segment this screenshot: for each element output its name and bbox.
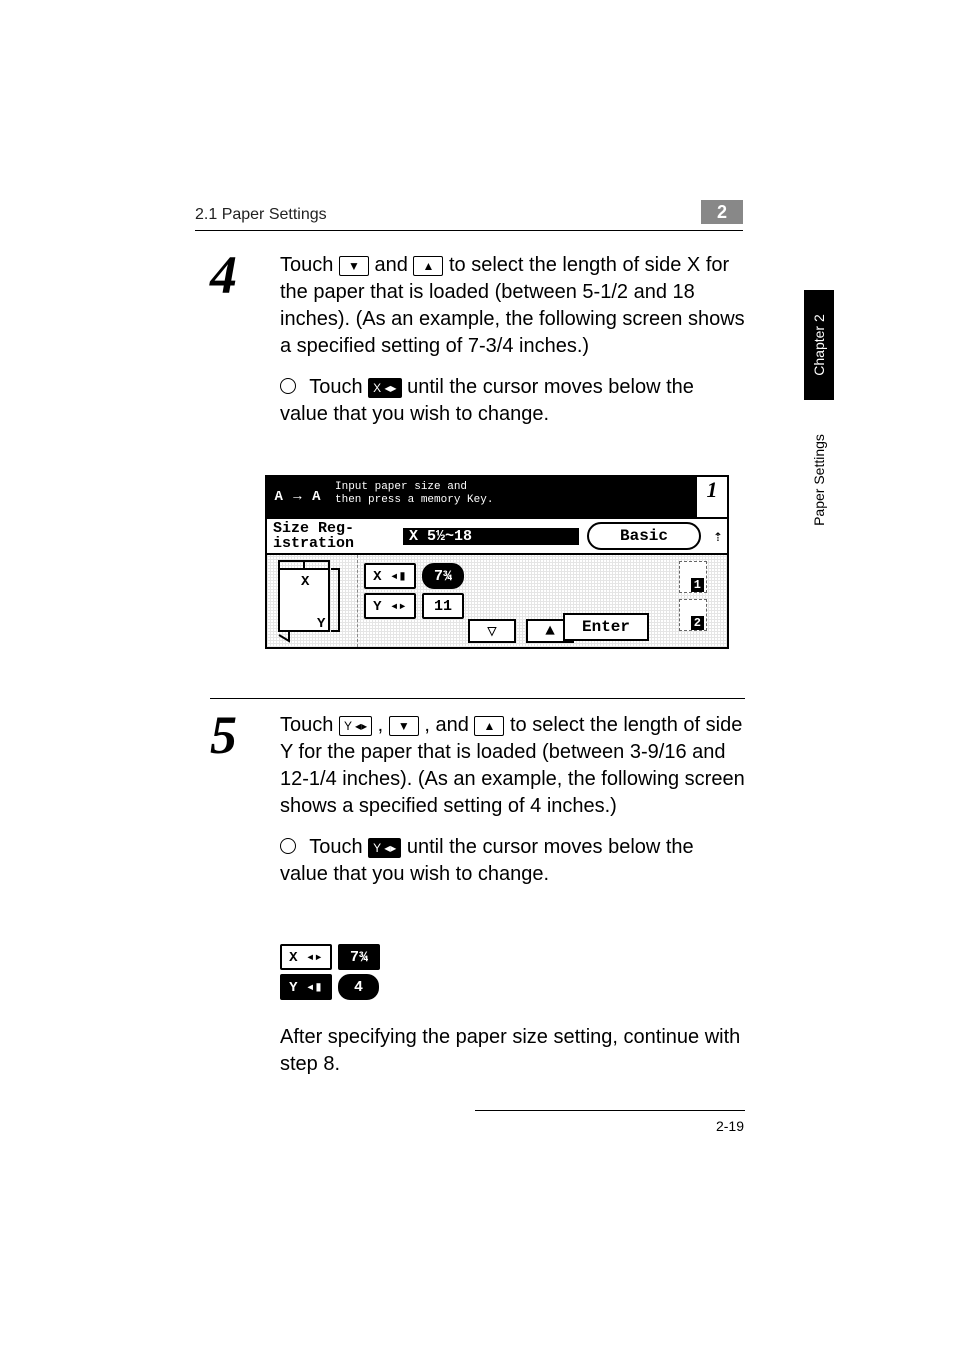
paper-diagram: X Y — [267, 555, 358, 647]
side-tab-chapter: Chapter 2 — [804, 290, 834, 400]
step-number-4: 4 — [210, 244, 237, 306]
step4-text-a: Touch — [280, 254, 339, 276]
down-arrow-icon[interactable]: ▼ — [339, 256, 369, 276]
y-field-label[interactable]: Y ◂▸ — [364, 593, 416, 619]
mini-y-label[interactable]: Y ◂▮ — [280, 974, 332, 1000]
step5-body: Touch Y ◂▸ , ▼ , and ▲ to select the len… — [280, 712, 745, 820]
slot-1-number: 1 — [691, 578, 704, 592]
mode-ablock: A → A — [267, 477, 329, 517]
side-tab-section: Paper Settings — [804, 420, 834, 540]
size-reg-1: Size Reg- — [273, 521, 403, 536]
svg-text:Y: Y — [317, 616, 326, 632]
basic-button[interactable]: Basic — [587, 522, 701, 550]
panel-message-1: Input paper size and — [335, 481, 689, 494]
panel-message-2: then press a memory Key. — [335, 494, 689, 507]
x-cursor-icon[interactable]: X ◂▸ — [368, 378, 401, 398]
memory-slot-2[interactable]: 2 — [679, 599, 707, 631]
y-field-value: 11 — [422, 593, 464, 619]
x-range: X 5½~18 — [403, 528, 579, 545]
panel-message: Input paper size and then press a memory… — [329, 477, 695, 517]
step4-sub: Touch X ◂▸ until the cursor moves below … — [280, 374, 745, 428]
x-field-label[interactable]: X ◂▮ — [364, 563, 416, 589]
up-arrow-icon[interactable]: ▲ — [413, 256, 443, 276]
x-field-value: 7¾ — [422, 563, 464, 589]
memory-slot-1[interactable]: 1 — [679, 561, 707, 593]
after-text: After specifying the paper size setting,… — [280, 1024, 745, 1078]
copier-screen: A → A Input paper size and then press a … — [265, 475, 729, 649]
up-arrow-icon-2[interactable]: ▲ — [474, 716, 504, 736]
step-number-5: 5 — [210, 704, 237, 766]
step5-text-c: , and — [424, 714, 474, 736]
scroll-up-icon[interactable]: ⇡ — [709, 526, 727, 546]
side-tab-section-label: Paper Settings — [811, 434, 827, 526]
step-divider — [210, 698, 745, 699]
step5-text-b: , — [378, 714, 389, 736]
mini-y-value: 4 — [338, 974, 379, 1000]
page-number: 2-19 — [716, 1118, 744, 1134]
footer-rule — [475, 1110, 745, 1111]
section-header: 2.1 Paper Settings — [195, 206, 327, 224]
bullet-icon-2 — [280, 838, 296, 854]
chapter-badge: 2 — [701, 200, 743, 224]
header-rule — [195, 230, 743, 231]
step4-sub-a: Touch — [309, 376, 368, 398]
step5-text-a: Touch — [280, 714, 339, 736]
side-tab-chapter-label: Chapter 2 — [811, 314, 827, 375]
mini-xy-display: X ◂▸ 7¾ Y ◂▮ 4 — [280, 940, 430, 1004]
enter-button[interactable]: Enter — [563, 613, 649, 641]
svg-text:X: X — [301, 574, 310, 590]
panel-down-button[interactable]: ▽ — [468, 619, 516, 643]
down-arrow-icon-2[interactable]: ▼ — [389, 716, 419, 736]
y-cursor-icon[interactable]: Y ◂▸ — [339, 716, 372, 736]
size-registration-label: Size Reg- istration — [267, 521, 403, 551]
step5-sub-a: Touch — [309, 836, 368, 858]
panel-page: 1 — [695, 477, 727, 517]
step5-sub: Touch Y ◂▸ until the cursor moves below … — [280, 834, 745, 888]
y-cursor-dark-icon[interactable]: Y ◂▸ — [368, 838, 401, 858]
mini-x-label[interactable]: X ◂▸ — [280, 944, 332, 970]
size-reg-2: istration — [273, 536, 403, 551]
step4-text-b: and — [375, 254, 414, 276]
bullet-icon — [280, 378, 296, 394]
step4-body: Touch ▼ and ▲ to select the length of si… — [280, 252, 745, 360]
slot-2-number: 2 — [691, 616, 704, 630]
mini-x-value: 7¾ — [338, 944, 380, 970]
